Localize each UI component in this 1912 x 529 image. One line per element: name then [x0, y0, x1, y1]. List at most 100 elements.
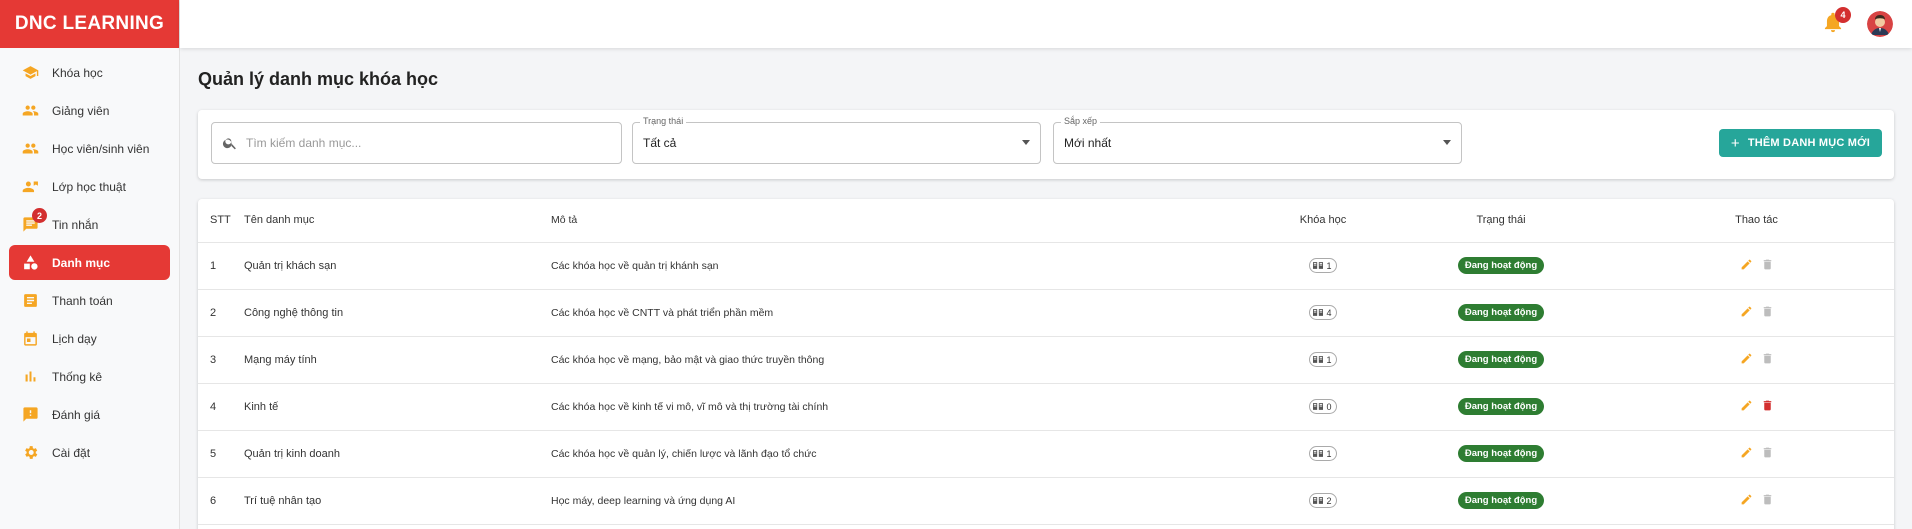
row-courses-cell: 0 — [1263, 383, 1383, 431]
chevron-down-icon — [1443, 140, 1451, 145]
sidebar-item-label: Giảng viên — [52, 103, 110, 118]
row-name: Mạng máy tính — [244, 336, 551, 384]
table-header-row: STT Tên danh mục Mô tả Khóa học Trạng th… — [198, 199, 1894, 243]
book-icon — [1313, 261, 1324, 270]
book-icon — [1313, 449, 1324, 458]
sidebar-item-badge: 2 — [32, 208, 47, 223]
feedback-icon — [21, 406, 39, 424]
table-row: 1 Quản trị khách sạn Các khóa học về quản … — [198, 242, 1894, 290]
row-status-cell: Đang hoạt động — [1383, 336, 1619, 384]
row-status-cell: Đang hoạt động — [1383, 242, 1619, 290]
topbar: 4 — [180, 0, 1912, 48]
row-name: Quản trị khách sạn — [244, 242, 551, 290]
calendar-icon — [21, 330, 39, 348]
search-input[interactable] — [246, 136, 606, 150]
sidebar-item-9[interactable]: Thống kê — [9, 359, 170, 394]
main-content: Quản lý danh mục khóa học Trạng thái Tất… — [180, 48, 1912, 529]
course-count-chip: 0 — [1309, 399, 1337, 414]
row-desc: Các khóa học về quản lý, chiến lược và l… — [551, 430, 1263, 478]
row-stt: 5 — [198, 430, 244, 478]
add-category-label: THÊM DANH MỤC MỚI — [1747, 137, 1870, 149]
course-count: 1 — [1326, 354, 1332, 365]
status-select[interactable]: Trạng thái Tất cả — [632, 116, 1041, 164]
row-name: Kinh tế — [244, 383, 551, 431]
status-badge: Đang hoạt động — [1457, 304, 1545, 321]
sidebar-item-11[interactable]: Cài đặt — [9, 435, 170, 470]
status-badge: Đang hoạt động — [1457, 257, 1545, 274]
delete-icon — [1761, 258, 1774, 271]
graduation-cap-icon — [21, 64, 39, 82]
row-actions — [1619, 336, 1894, 384]
course-count-chip: 1 — [1309, 258, 1337, 273]
row-status-cell: Đang hoạt động — [1383, 430, 1619, 478]
status-select-value: Tất cả — [643, 136, 677, 150]
sidebar-item-7[interactable]: Thanh toán — [9, 283, 170, 318]
sidebar-item-6[interactable]: Danh mục — [9, 245, 170, 280]
row-status-cell: Đang hoạt động — [1383, 477, 1619, 525]
row-courses-cell: 1 — [1263, 430, 1383, 478]
sidebar-item-4[interactable]: Lớp học thuật — [9, 169, 170, 204]
edit-icon[interactable] — [1740, 399, 1753, 412]
row-stt: 6 — [198, 477, 244, 525]
brand-logo[interactable]: DNC LEARNING — [0, 0, 179, 48]
table-row: 3 Mạng máy tính Các khóa học về mạng, bảo … — [198, 336, 1894, 384]
header-name: Tên danh mục — [244, 199, 551, 243]
row-stt: 4 — [198, 383, 244, 431]
delete-icon — [1761, 493, 1774, 506]
row-status-cell: Đang hoạt động — [1383, 383, 1619, 431]
delete-icon — [1761, 305, 1774, 318]
add-category-button[interactable]: + THÊM DANH MỤC MỚI — [1718, 129, 1882, 157]
sidebar-item-label: Lịch dạy — [52, 331, 97, 346]
table-row: 2 Công nghệ thông tin Các khóa học về CNTT… — [198, 289, 1894, 337]
filter-card: Trạng thái Tất cả Sắp xếp Mới nhất + THÊ… — [198, 110, 1894, 179]
search-icon — [222, 135, 238, 151]
row-name: Quản trị kinh doanh — [244, 430, 551, 478]
sidebar-item-5[interactable]: 2 Tin nhắn — [9, 207, 170, 242]
bar-chart-icon — [21, 368, 39, 386]
category-icon — [21, 254, 39, 272]
row-desc: Các khóa học về kinh tế vi mô, vĩ mô và … — [551, 383, 1263, 431]
avatar[interactable] — [1867, 11, 1893, 37]
delete-icon[interactable] — [1761, 399, 1774, 412]
course-count: 0 — [1326, 401, 1332, 412]
sidebar-item-3[interactable]: Học viên/sinh viên — [9, 131, 170, 166]
table-row: 4 Kinh tế Các khóa học về kinh tế vi mô, v… — [198, 383, 1894, 431]
status-badge: Đang hoạt động — [1457, 351, 1545, 368]
sidebar-item-10[interactable]: Đánh giá — [9, 397, 170, 432]
edit-icon[interactable] — [1740, 258, 1753, 271]
sidebar-item-label: Đánh giá — [52, 407, 101, 422]
sidebar-item-label: Cài đặt — [52, 445, 91, 460]
edit-icon[interactable] — [1740, 305, 1753, 318]
category-table: STT Tên danh mục Mô tả Khóa học Trạng th… — [198, 199, 1894, 525]
delete-icon — [1761, 352, 1774, 365]
course-count: 1 — [1326, 260, 1332, 271]
edit-icon[interactable] — [1740, 352, 1753, 365]
table-row: 5 Quản trị kinh doanh Các khóa học về quản… — [198, 430, 1894, 478]
status-badge: Đang hoạt động — [1457, 398, 1545, 415]
course-count-chip: 1 — [1309, 352, 1337, 367]
sidebar-item-2[interactable]: Giảng viên — [9, 93, 170, 128]
sidebar: DNC LEARNING Khóa học Giảng viên Học viên/… — [0, 0, 180, 529]
sidebar-item-label: Khóa học — [52, 65, 103, 80]
row-stt: 1 — [198, 242, 244, 290]
person-board-icon — [21, 178, 39, 196]
row-courses-cell: 2 — [1263, 477, 1383, 525]
edit-icon[interactable] — [1740, 493, 1753, 506]
row-stt: 3 — [198, 336, 244, 384]
header-actions: Thao tác — [1619, 199, 1894, 243]
category-table-card: STT Tên danh mục Mô tả Khóa học Trạng th… — [198, 199, 1894, 529]
sort-select[interactable]: Sắp xếp Mới nhất — [1053, 116, 1462, 164]
search-box[interactable] — [211, 122, 622, 164]
status-badge: Đang hoạt động — [1457, 492, 1545, 509]
table-body: 1 Quản trị khách sạn Các khóa học về quản … — [198, 242, 1894, 525]
people-icon — [21, 140, 39, 158]
edit-icon[interactable] — [1740, 446, 1753, 459]
header-stt: STT — [198, 199, 244, 243]
book-icon — [1313, 308, 1324, 317]
row-courses-cell: 4 — [1263, 289, 1383, 337]
row-actions — [1619, 477, 1894, 525]
sidebar-item-1[interactable]: Khóa học — [9, 55, 170, 90]
sidebar-item-8[interactable]: Lịch dạy — [9, 321, 170, 356]
sidebar-item-label: Thống kê — [52, 369, 103, 384]
row-desc: Các khóa học về mạng, bảo mật và giao th… — [551, 336, 1263, 384]
